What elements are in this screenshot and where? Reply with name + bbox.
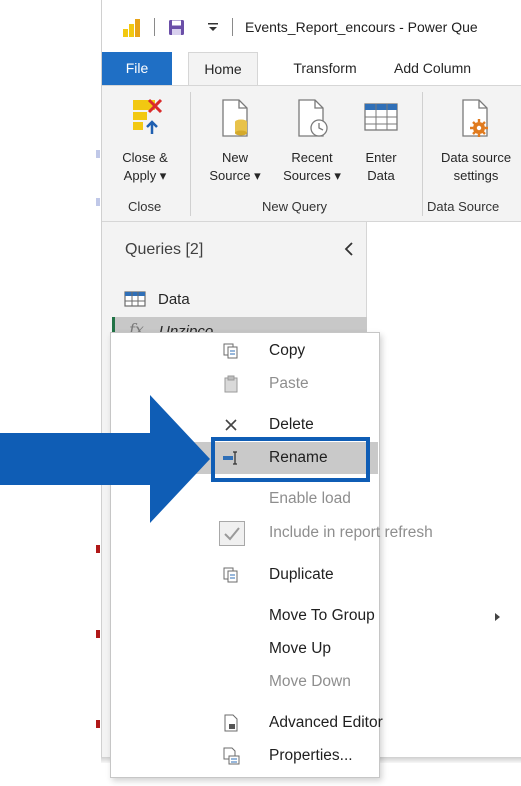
group-label-close: Close: [128, 199, 162, 214]
enter-data-icon: [364, 103, 398, 131]
page-marker: [96, 630, 100, 638]
group-label-new-query: New Query: [262, 199, 328, 214]
tab-transform[interactable]: Transform: [275, 52, 375, 85]
duplicate-icon: [223, 567, 238, 583]
checkmark-icon: [224, 527, 240, 541]
new-source-icon: [222, 99, 248, 137]
tab-add-column[interactable]: Add Column: [390, 52, 520, 85]
menu-item-label: Copy: [269, 342, 306, 359]
page-marker: [96, 198, 100, 206]
enter-data-label: Enter Data: [365, 150, 397, 183]
queries-pane-title: Queries [2]: [125, 241, 204, 258]
menu-item-move-to-group[interactable]: Move To Group: [112, 600, 500, 632]
menu-item-duplicate[interactable]: Duplicate: [112, 559, 378, 591]
enter-data-button[interactable]: Enter Data: [352, 86, 410, 196]
ribbon-tabs: File Home Transform Add Column: [102, 52, 521, 85]
page-marker: [96, 150, 100, 158]
tab-home[interactable]: Home: [188, 52, 258, 85]
power-bi-logo-icon: [123, 19, 140, 37]
menu-item-advanced-editor[interactable]: Advanced Editor: [112, 707, 383, 739]
pointer-arrow-icon: [0, 395, 210, 523]
new-source-label: New Source ▾: [209, 150, 261, 183]
menu-item-copy[interactable]: Copy: [112, 335, 378, 367]
advanced-editor-icon: [224, 714, 238, 732]
data-source-settings-label: Data source settings: [440, 150, 512, 183]
page-marker: [96, 720, 100, 728]
close-apply-label: Close & Apply ▾: [122, 150, 168, 183]
page-marker: [96, 545, 100, 553]
ribbon-home: Close & Apply ▾ New Source ▾ Recent Sour…: [102, 85, 521, 222]
recent-sources-button[interactable]: Recent Sources ▾: [272, 86, 352, 196]
group-separator: [422, 92, 423, 216]
menu-item-properties[interactable]: Properties...: [112, 740, 378, 772]
menu-item-label: Properties...: [269, 747, 353, 764]
menu-item-label: Include in report refresh: [269, 524, 433, 541]
group-separator: [190, 92, 191, 216]
data-source-settings-button[interactable]: Data source settings: [428, 86, 521, 196]
data-source-settings-icon: [462, 99, 488, 137]
recent-sources-label: Recent Sources ▾: [283, 150, 341, 183]
window-title: Events_Report_encours - Power Que: [245, 19, 478, 35]
menu-item-label: Move Down: [269, 673, 351, 690]
menu-item-label: Duplicate: [269, 566, 334, 583]
close-apply-icon: [133, 98, 163, 134]
submenu-arrow-icon: [495, 613, 500, 621]
properties-icon: [223, 747, 240, 765]
tab-file[interactable]: File: [102, 52, 172, 85]
checkbox-icon: [219, 521, 245, 546]
new-source-button[interactable]: New Source ▾: [198, 86, 272, 196]
menu-item-move-down[interactable]: Move Down: [112, 666, 378, 698]
close-apply-button[interactable]: Close & Apply ▾: [110, 86, 180, 196]
title-bar: Events_Report_encours - Power Que: [102, 0, 521, 52]
save-icon[interactable]: [168, 19, 185, 36]
menu-item-label: Delete: [269, 416, 314, 433]
query-item-data[interactable]: Data: [112, 285, 367, 315]
copy-icon: [223, 343, 238, 359]
paste-icon: [224, 375, 238, 393]
menu-item-label: Move To Group: [269, 607, 375, 624]
menu-item-label: Enable load: [269, 490, 351, 507]
qat-separator: [232, 18, 233, 36]
menu-item-label: Paste: [269, 375, 309, 392]
group-label-data-source: Data Source: [427, 199, 500, 214]
collapse-pane-icon[interactable]: [342, 241, 356, 257]
background-page-strip: [0, 0, 101, 786]
query-label: Data: [158, 291, 190, 308]
table-icon: [124, 291, 146, 307]
screenshot-stage: Events_Report_encours - Power Que File H…: [0, 0, 521, 786]
qat-separator: [154, 18, 155, 36]
customize-toolbar-dropdown-icon[interactable]: [206, 20, 220, 34]
menu-item-label: Move Up: [269, 640, 332, 657]
recent-sources-icon: [298, 99, 328, 137]
menu-item-move-up[interactable]: Move Up: [112, 633, 378, 665]
menu-item-label: Advanced Editor: [269, 714, 383, 731]
